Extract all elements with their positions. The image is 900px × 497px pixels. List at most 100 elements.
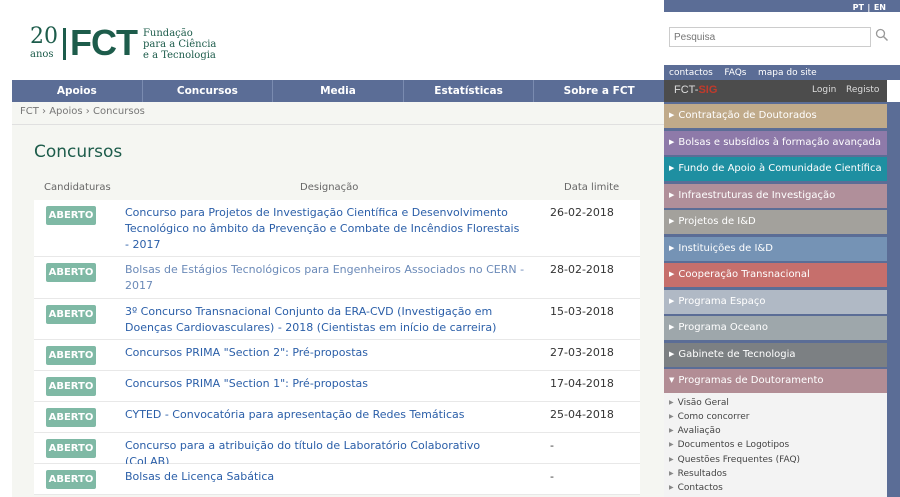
submenu-item-avaliacao[interactable]: ▶ Avaliação xyxy=(669,426,721,436)
lang-pt[interactable]: PT xyxy=(853,3,864,12)
status-badge: ABERTO xyxy=(46,377,96,396)
sidebar-item-bolsas[interactable]: ▶ Bolsas e subsídios à formação avançada xyxy=(664,131,887,155)
utility-links: contactos FAQs mapa do site xyxy=(664,65,900,80)
status-badge: ABERTO xyxy=(46,470,96,489)
nav-estatisticas[interactable]: Estatísticas xyxy=(404,80,535,102)
main-content: FCT › Apoios › Concursos Concursos Candi… xyxy=(12,102,664,497)
status-badge: ABERTO xyxy=(46,408,96,427)
table-row: ABERTO Concurso para a atribuição do tít… xyxy=(34,433,640,468)
concursos-list: ABERTO Concurso para Projetos de Investi… xyxy=(34,200,640,495)
chevron-right-icon: ▶ xyxy=(669,427,674,434)
logo-brand: FCT xyxy=(70,22,138,63)
concurso-link[interactable]: Bolsas de Licença Sabática xyxy=(125,469,525,485)
sidebar-item-cooperacao[interactable]: ▶ Cooperação Transnacional xyxy=(664,263,887,287)
deadline: 15-03-2018 xyxy=(550,305,614,318)
nav-sobre[interactable]: Sobre a FCT xyxy=(534,80,664,102)
chevron-right-icon: ▶ xyxy=(669,217,675,225)
status-badge: ABERTO xyxy=(46,305,96,324)
deadline: 27-03-2018 xyxy=(550,346,614,359)
fct-sig-bar: FCT-SIG Login Registo xyxy=(664,80,887,102)
sidebar-item-infraestruturas[interactable]: ▶ Infraestruturas de Investigação xyxy=(664,184,887,208)
sidebar-item-gabinete[interactable]: ▶ Gabinete de Tecnologia xyxy=(664,343,887,367)
status-badge: ABERTO xyxy=(46,206,96,225)
logo-years: 20 xyxy=(30,24,58,49)
login-link[interactable]: Login xyxy=(812,85,836,95)
language-bar: PT | EN xyxy=(664,0,900,12)
submenu-item-resultados[interactable]: ▶ Resultados xyxy=(669,469,727,479)
breadcrumb-divider xyxy=(12,124,664,125)
sidebar-item-instituicoes[interactable]: ▶ Instituições de I&D xyxy=(664,237,887,261)
link-faqs[interactable]: FAQs xyxy=(724,68,746,78)
logo-divider xyxy=(63,28,66,60)
chevron-down-icon: ▼ xyxy=(669,376,675,384)
table-row: ABERTO Concurso para Projetos de Investi… xyxy=(34,200,640,257)
submenu-item-documentos[interactable]: ▶ Documentos e Logotipos xyxy=(669,440,789,450)
chevron-right-icon: ▶ xyxy=(669,456,674,463)
search-icon[interactable] xyxy=(875,28,889,42)
status-badge: ABERTO xyxy=(46,346,96,365)
chevron-right-icon: ▶ xyxy=(669,244,675,252)
table-row: ABERTO Bolsas de Licença Sabática - xyxy=(34,464,640,495)
sidebar-item-oceano[interactable]: ▶ Programa Oceano xyxy=(664,316,887,340)
logo-years-word: anos xyxy=(30,49,54,60)
concurso-link[interactable]: Concursos PRIMA "Section 2": Pré-propost… xyxy=(125,345,525,361)
chevron-right-icon: ▶ xyxy=(669,399,674,406)
concurso-link[interactable]: CYTED - Convocatória para apresentação d… xyxy=(125,407,525,423)
header-data-limite: Data limite xyxy=(564,182,620,193)
sidebar-item-doutoramento[interactable]: ▼ Programas de Doutoramento xyxy=(664,369,887,393)
table-row: ABERTO Bolsas de Estágios Tecnológicos p… xyxy=(34,257,640,299)
status-badge: ABERTO xyxy=(46,263,96,282)
concurso-link[interactable]: 3º Concurso Transnacional Conjunto da ER… xyxy=(125,304,525,336)
chevron-right-icon: ▶ xyxy=(669,297,675,305)
link-mapa-do-site[interactable]: mapa do site xyxy=(758,68,817,78)
table-row: ABERTO CYTED - Convocatória para apresen… xyxy=(34,402,640,433)
sidebar-item-contratacao[interactable]: ▶ Contratação de Doutorados xyxy=(664,104,887,128)
deadline: 17-04-2018 xyxy=(550,377,614,390)
header-candidaturas: Candidaturas xyxy=(44,182,111,193)
chevron-right-icon: ▶ xyxy=(669,164,675,172)
register-link[interactable]: Registo xyxy=(846,85,879,95)
link-contactos[interactable]: contactos xyxy=(669,68,713,78)
sidebar-item-projetos[interactable]: ▶ Projetos de I&D xyxy=(664,210,887,234)
chevron-right-icon: ▶ xyxy=(669,323,675,331)
nav-media[interactable]: Media xyxy=(273,80,404,102)
lang-separator: | xyxy=(867,3,871,12)
status-badge: ABERTO xyxy=(46,439,96,458)
chevron-right-icon: ▶ xyxy=(669,350,675,358)
sidebar-submenu: ▶ Visão Geral ▶ Como concorrer ▶ Avaliação … xyxy=(664,393,887,497)
submenu-item-visao-geral[interactable]: ▶ Visão Geral xyxy=(669,398,729,408)
page-title: Concursos xyxy=(34,142,123,162)
submenu-item-como-concorrer[interactable]: ▶ Como concorrer xyxy=(669,412,749,422)
logo-subtitle: Fundação para a Ciência e a Tecnologia xyxy=(142,28,217,61)
concurso-link[interactable]: Concurso para Projetos de Investigação C… xyxy=(125,205,525,253)
nav-concursos[interactable]: Concursos xyxy=(143,80,274,102)
fct-sig-logo[interactable]: FCT-SIG xyxy=(674,84,717,96)
chevron-right-icon: ▶ xyxy=(669,111,675,119)
chevron-right-icon: ▶ xyxy=(669,191,675,199)
logo-20-anos: 20 anos xyxy=(30,24,62,60)
concurso-link[interactable]: Concursos PRIMA "Section 1": Pré-propost… xyxy=(125,376,525,392)
table-row: ABERTO Concursos PRIMA "Section 2": Pré-… xyxy=(34,340,640,371)
sidebar-item-fundo-apoio[interactable]: ▶ Fundo de Apoio à Comunidade Científica xyxy=(664,157,887,181)
submenu-item-faq[interactable]: ▶ Questões Frequentes (FAQ) xyxy=(669,455,800,465)
chevron-right-icon: ▶ xyxy=(669,441,674,448)
header-designacao: Designação xyxy=(300,182,359,193)
concurso-link[interactable]: Bolsas de Estágios Tecnológicos para Eng… xyxy=(125,262,525,294)
sidebar-item-espaco[interactable]: ▶ Programa Espaço xyxy=(664,290,887,314)
search-input[interactable] xyxy=(669,27,871,47)
table-row: ABERTO 3º Concurso Transnacional Conjunt… xyxy=(34,299,640,340)
nav-apoios[interactable]: Apoios xyxy=(12,80,143,102)
chevron-right-icon: ▶ xyxy=(669,138,675,146)
submenu-item-contactos[interactable]: ▶ Contactos xyxy=(669,483,723,493)
fct-logo[interactable]: 20 anos FCT Fundação para a Ciência e a … xyxy=(30,22,217,63)
deadline: - xyxy=(550,439,554,452)
table-row: ABERTO Concursos PRIMA "Section 1": Pré-… xyxy=(34,371,640,402)
chevron-right-icon: ▶ xyxy=(669,413,674,420)
deadline: 26-02-2018 xyxy=(550,206,614,219)
lang-en[interactable]: EN xyxy=(874,3,886,12)
chevron-right-icon: ▶ xyxy=(669,270,675,278)
chevron-right-icon: ▶ xyxy=(669,484,674,491)
chevron-right-icon: ▶ xyxy=(669,470,674,477)
deadline: 25-04-2018 xyxy=(550,408,614,421)
breadcrumb[interactable]: FCT › Apoios › Concursos xyxy=(20,106,145,117)
